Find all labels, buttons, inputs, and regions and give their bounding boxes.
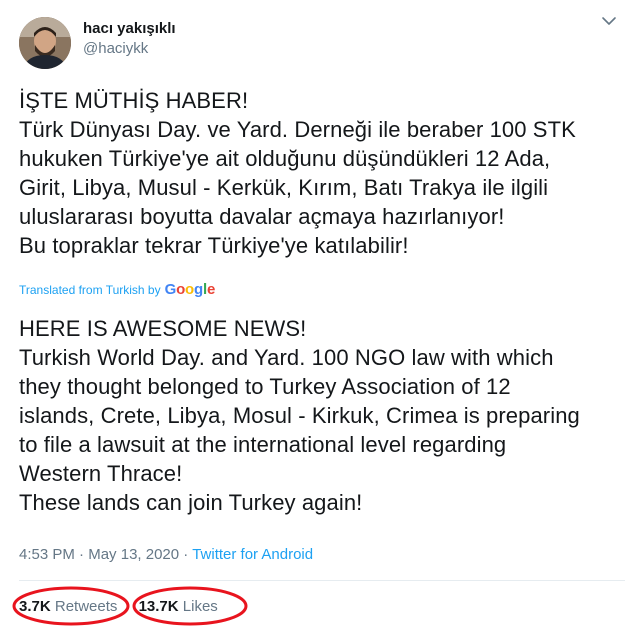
translation-label: Translated from Turkish by bbox=[19, 283, 161, 297]
author-handle[interactable]: @haciykk bbox=[83, 40, 148, 57]
tweet-source[interactable]: Twitter for Android bbox=[192, 546, 313, 563]
author-display-name[interactable]: hacı yakışıklı bbox=[83, 20, 176, 37]
tweet-meta: 4:53 PM · May 13, 2020 · Twitter for And… bbox=[19, 546, 313, 563]
avatar-image bbox=[19, 17, 71, 69]
retweets-stat[interactable]: 3.7K Retweets bbox=[19, 598, 117, 615]
tweet-text: İŞTE MÜTHİŞ HABER! Türk Dünyası Day. ve … bbox=[19, 88, 576, 258]
chevron-down-icon[interactable] bbox=[600, 14, 618, 28]
likes-count: 13.7K bbox=[138, 598, 179, 615]
google-logo: Google bbox=[164, 281, 216, 298]
likes-stat[interactable]: 13.7K Likes bbox=[139, 598, 218, 615]
tweet-time[interactable]: 4:53 PM bbox=[19, 546, 75, 563]
meta-separator-2: · bbox=[183, 546, 189, 563]
tweet-card: hacı yakışıklı @haciykk İŞTE MÜTHİŞ HABE… bbox=[0, 0, 640, 631]
retweets-count: 3.7K bbox=[19, 598, 51, 615]
translation-attribution: Translated from Turkish by Google bbox=[19, 281, 215, 298]
likes-label: Likes bbox=[182, 598, 218, 615]
tweet-date[interactable]: May 13, 2020 bbox=[88, 546, 179, 563]
divider bbox=[19, 580, 625, 581]
translated-text: HERE IS AWESOME NEWS! Turkish World Day.… bbox=[19, 316, 580, 515]
avatar[interactable] bbox=[19, 17, 71, 69]
retweets-label: Retweets bbox=[54, 598, 118, 615]
tweet-stats: 3.7K Retweets 13.7K Likes bbox=[19, 598, 218, 615]
meta-separator: · bbox=[79, 546, 85, 563]
